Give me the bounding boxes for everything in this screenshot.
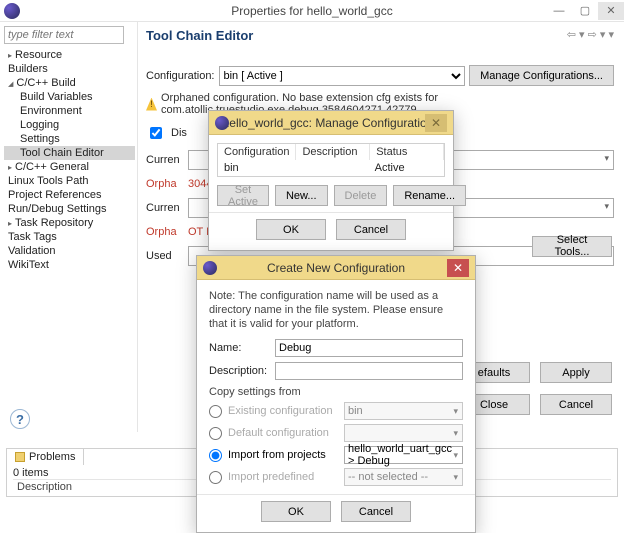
- tree-item[interactable]: Builders: [4, 62, 135, 76]
- newcfg-ok-button[interactable]: OK: [261, 501, 331, 522]
- sidebar: ResourceBuildersC/C++ BuildBuild Variabl…: [0, 22, 138, 432]
- display-compat-checkbox[interactable]: [150, 127, 162, 139]
- help-icon[interactable]: ?: [10, 409, 30, 429]
- manage-configurations-button[interactable]: Manage Configurations...: [469, 65, 614, 86]
- mcfg-ok-button[interactable]: OK: [256, 219, 326, 240]
- table-row: bin Active: [218, 160, 444, 176]
- problems-icon: [15, 452, 25, 462]
- tree-item[interactable]: Build Variables: [4, 90, 135, 104]
- tree-item[interactable]: Logging: [4, 118, 135, 132]
- eclipse-icon: [215, 116, 229, 130]
- name-label: Name:: [209, 342, 269, 354]
- config-select[interactable]: bin [ Active ]: [219, 66, 466, 86]
- radio-import-projects[interactable]: [209, 449, 222, 462]
- dialog-title: hello_world_gcc: Manage Configurations: [209, 116, 453, 130]
- newcfg-cancel-button[interactable]: Cancel: [341, 501, 411, 522]
- manage-configurations-dialog: hello_world_gcc: Manage Configurations ✕…: [208, 110, 454, 251]
- import-projects-select[interactable]: hello_world_uart_gcc > Debug: [344, 446, 463, 464]
- window-title: Properties for hello_world_gcc: [0, 4, 624, 18]
- problems-tab[interactable]: Problems: [6, 448, 84, 465]
- existing-select[interactable]: bin: [344, 402, 463, 420]
- import-predef-select[interactable]: -- not selected --: [344, 468, 463, 486]
- description-input[interactable]: [275, 362, 463, 380]
- delete-config-button[interactable]: Delete: [334, 185, 388, 206]
- display-compat-label: Dis: [171, 127, 187, 139]
- description-label: Description:: [209, 365, 269, 377]
- tree-item[interactable]: C/C++ General: [4, 160, 135, 174]
- copy-settings-title: Copy settings from: [209, 386, 463, 398]
- dialog-close-button[interactable]: ✕: [425, 114, 447, 132]
- note-text: Note: The configuration name will be use…: [209, 290, 463, 331]
- rename-config-button[interactable]: Rename...: [393, 185, 466, 206]
- tree-item[interactable]: Run/Debug Settings: [4, 202, 135, 216]
- warning-icon: !: [146, 98, 157, 111]
- cancel-dialog-button[interactable]: Cancel: [540, 394, 612, 415]
- default-select[interactable]: [344, 424, 463, 442]
- dialog-title: Create New Configuration: [197, 261, 475, 275]
- eclipse-icon: [203, 261, 217, 275]
- nav-arrows[interactable]: ⇦ ▾ ⇨ ▾ ▾: [567, 28, 614, 41]
- tree-item[interactable]: Validation: [4, 244, 135, 258]
- radio-default[interactable]: [209, 427, 222, 440]
- new-config-button[interactable]: New...: [275, 185, 328, 206]
- radio-existing[interactable]: [209, 405, 222, 418]
- set-active-button[interactable]: Set Active: [217, 185, 269, 206]
- tree-item[interactable]: Resource: [4, 48, 135, 62]
- mcfg-cancel-button[interactable]: Cancel: [336, 219, 406, 240]
- property-tree[interactable]: ResourceBuildersC/C++ BuildBuild Variabl…: [4, 48, 135, 272]
- page-heading: Tool Chain Editor: [146, 28, 614, 43]
- tree-item[interactable]: WikiText: [4, 258, 135, 272]
- tree-item[interactable]: C/C++ Build: [4, 76, 135, 90]
- tree-item[interactable]: Linux Tools Path: [4, 174, 135, 188]
- radio-import-predefined[interactable]: [209, 471, 222, 484]
- create-new-config-dialog: Create New Configuration ✕ Note: The con…: [196, 255, 476, 533]
- tree-item[interactable]: Project References: [4, 188, 135, 202]
- config-label: Configuration:: [146, 70, 215, 82]
- apply-button[interactable]: Apply: [540, 362, 612, 383]
- tree-item[interactable]: Settings: [4, 132, 135, 146]
- tree-item[interactable]: Task Repository: [4, 216, 135, 230]
- filter-input[interactable]: [4, 26, 124, 44]
- tree-item[interactable]: Tool Chain Editor: [4, 146, 135, 160]
- name-input[interactable]: [275, 339, 463, 357]
- tree-item[interactable]: Environment: [4, 104, 135, 118]
- dialog-close-button[interactable]: ✕: [447, 259, 469, 277]
- config-table[interactable]: Configuration Description Status bin Act…: [217, 143, 445, 177]
- tree-item[interactable]: Task Tags: [4, 230, 135, 244]
- titlebar: Properties for hello_world_gcc — ▢ ✕: [0, 0, 624, 22]
- select-tools-button[interactable]: Select Tools...: [532, 236, 612, 257]
